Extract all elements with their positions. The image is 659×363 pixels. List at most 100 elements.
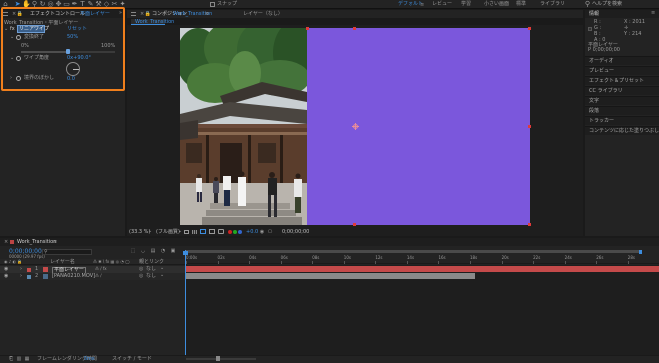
- workspace-libraries[interactable]: ライブラリ: [540, 2, 565, 7]
- layer-switches[interactable]: ⁂ /: [95, 274, 102, 278]
- timeline-search-field[interactable]: [42, 249, 92, 255]
- layer-bar-solid[interactable]: [186, 266, 659, 272]
- right-panel-header[interactable]: 段落: [585, 106, 659, 115]
- purple-solid-layer[interactable]: [307, 28, 530, 225]
- temple-post: [248, 135, 251, 183]
- parent-dropdown[interactable]: なし: [146, 274, 156, 279]
- right-panel-header[interactable]: 文字: [585, 96, 659, 105]
- workspace-standard[interactable]: 標準: [516, 2, 526, 7]
- layer-switches[interactable]: ⁂ / fx: [95, 267, 107, 271]
- parent-dropdown-arrow[interactable]: ⌄: [160, 266, 164, 271]
- layer-handle[interactable]: [528, 27, 531, 30]
- snap-checkbox[interactable]: [210, 2, 215, 7]
- workspace-menu-icon[interactable]: ≡: [420, 2, 425, 8]
- expand-arrow-icon[interactable]: ›: [20, 274, 22, 279]
- color-channel-icon[interactable]: [233, 230, 237, 234]
- quality-dropdown-arrow[interactable]: ⌄: [178, 229, 182, 234]
- zoom-slider[interactable]: [186, 356, 256, 361]
- right-panel-header[interactable]: CC ライブラリ: [585, 86, 659, 95]
- right-panel-header[interactable]: コンテンツに応じた塗りつぶし: [585, 126, 659, 135]
- right-panel-label: エフェクト＆プリセット: [589, 78, 645, 84]
- render-time-icon[interactable]: ⎗: [8, 356, 14, 362]
- timeline-tab-menu-icon[interactable]: ≡: [53, 240, 57, 245]
- transparency-grid-icon[interactable]: [192, 230, 197, 234]
- work-area-bar[interactable]: [186, 250, 642, 253]
- graph-editor-icon[interactable]: ▣: [170, 248, 176, 254]
- expand-arrow-icon[interactable]: ›: [20, 267, 22, 272]
- ruler-label: 02s: [217, 255, 225, 260]
- mask-toggle-icon[interactable]: [200, 229, 206, 234]
- channel-icon[interactable]: [218, 229, 224, 234]
- timeline-layer-row[interactable]: ◉ › 1 平面レイヤー ⁂ / fx ◎ なし ⌄: [0, 266, 185, 274]
- layer-handle[interactable]: [306, 27, 309, 30]
- comp-viewer[interactable]: [180, 28, 530, 225]
- timeline-layer-row[interactable]: ◉ › 2 [PANA0210.MOV] ⁂ / ◎ なし ⌄: [0, 273, 185, 280]
- ruler-tick: [533, 261, 535, 264]
- comp-tab-menu-icon[interactable]: ≡: [205, 12, 209, 17]
- draft-3d-icon[interactable]: ⬚: [130, 248, 136, 254]
- grid-icon[interactable]: [209, 229, 215, 234]
- timeline-tab-name[interactable]: Work_Transition: [17, 240, 56, 245]
- workspace-small-screen[interactable]: 小さい画面: [484, 2, 509, 7]
- region-of-interest-icon[interactable]: [184, 230, 189, 234]
- info-color-swatch: [588, 27, 592, 31]
- timeline-close-icon[interactable]: ×: [4, 240, 8, 245]
- color-channel-icon[interactable]: [238, 230, 242, 234]
- solid-layer-icon: [43, 267, 48, 272]
- workspace-learn[interactable]: 学習: [461, 2, 471, 7]
- ruler-label: 20s: [501, 255, 509, 260]
- exposure-value[interactable]: +0.0: [246, 230, 258, 235]
- work-area-end[interactable]: [639, 250, 642, 254]
- zoom-dropdown-arrow[interactable]: ⌄: [148, 229, 152, 234]
- info-panel-menu-icon[interactable]: ≡: [651, 11, 655, 16]
- footer-switches-modes[interactable]: スイッチ / モード: [112, 357, 152, 362]
- playhead-handle[interactable]: [183, 251, 188, 255]
- layer-bar-footage[interactable]: [186, 273, 475, 279]
- parent-pickwhip-icon[interactable]: ◎: [139, 274, 143, 279]
- temple-beam: [180, 132, 307, 135]
- toggle-panel-icon[interactable]: ▥: [16, 356, 22, 362]
- info-panel-title[interactable]: 情報: [589, 12, 599, 17]
- right-panel-header[interactable]: エフェクト＆プリセット: [585, 76, 659, 85]
- right-panel-label: 段落: [589, 108, 600, 114]
- comp-lock-icon[interactable]: 🔒: [145, 11, 151, 17]
- comp-panel-menu-icon[interactable]: [131, 12, 136, 16]
- toggle-panel-icon[interactable]: ▦: [24, 356, 30, 362]
- label-color-chip[interactable]: [27, 275, 31, 279]
- layer-handle[interactable]: [528, 125, 531, 128]
- right-panel-header[interactable]: プレビュー: [585, 66, 659, 75]
- zoom-slider-knob[interactable]: [216, 356, 220, 361]
- parent-dropdown[interactable]: なし: [146, 267, 156, 272]
- label-color-chip[interactable]: [27, 268, 31, 272]
- anchor-point-icon[interactable]: [352, 123, 359, 130]
- snapshot-icon[interactable]: ◉: [259, 229, 265, 235]
- comp-close-icon[interactable]: ×: [140, 12, 144, 17]
- layer-handle[interactable]: [353, 223, 356, 226]
- right-panel-label: トラッカー: [589, 118, 615, 124]
- right-panel-header[interactable]: オーディオ: [585, 56, 659, 65]
- layer-handle[interactable]: [353, 27, 356, 30]
- layer-handle[interactable]: [528, 223, 531, 226]
- parent-dropdown-arrow[interactable]: ⌄: [160, 273, 164, 278]
- show-snapshot-icon[interactable]: ⎔: [267, 229, 273, 235]
- color-channel-icon[interactable]: [228, 230, 232, 234]
- shy-icon[interactable]: ◡: [140, 248, 146, 254]
- playhead[interactable]: [185, 250, 186, 355]
- search-icon[interactable]: ⚲: [584, 1, 591, 8]
- time-ruler[interactable]: 0:00s 02s 04s 06s 08s 10s 12s 14s 16s 18s 20s 22s 24…: [186, 250, 659, 264]
- motion-blur-icon[interactable]: ◔: [160, 248, 166, 254]
- right-panel-header[interactable]: トラッカー: [585, 116, 659, 125]
- col-av-icons: ◉ ♪ ◐ 🔒: [4, 259, 23, 264]
- help-search-input[interactable]: ヘルプを検索: [592, 2, 622, 7]
- comp-timecode[interactable]: 0;00;00;00: [282, 230, 309, 235]
- layer-tab[interactable]: レイヤー（なし）: [243, 12, 283, 17]
- layer-name[interactable]: [PANA0210.MOV]: [52, 274, 95, 279]
- right-panel-label: 文字: [589, 98, 600, 104]
- ruler-label: 24s: [564, 255, 572, 260]
- parent-pickwhip-icon[interactable]: ◎: [139, 267, 143, 272]
- timeline-search-icon[interactable]: ⚲: [44, 250, 48, 255]
- comp-crumb[interactable]: Work_Transition: [135, 20, 174, 25]
- quality-dropdown[interactable]: (フル画質): [156, 230, 180, 235]
- frame-blend-icon[interactable]: ▤: [150, 248, 156, 254]
- workspace-review[interactable]: レビュー: [432, 2, 452, 7]
